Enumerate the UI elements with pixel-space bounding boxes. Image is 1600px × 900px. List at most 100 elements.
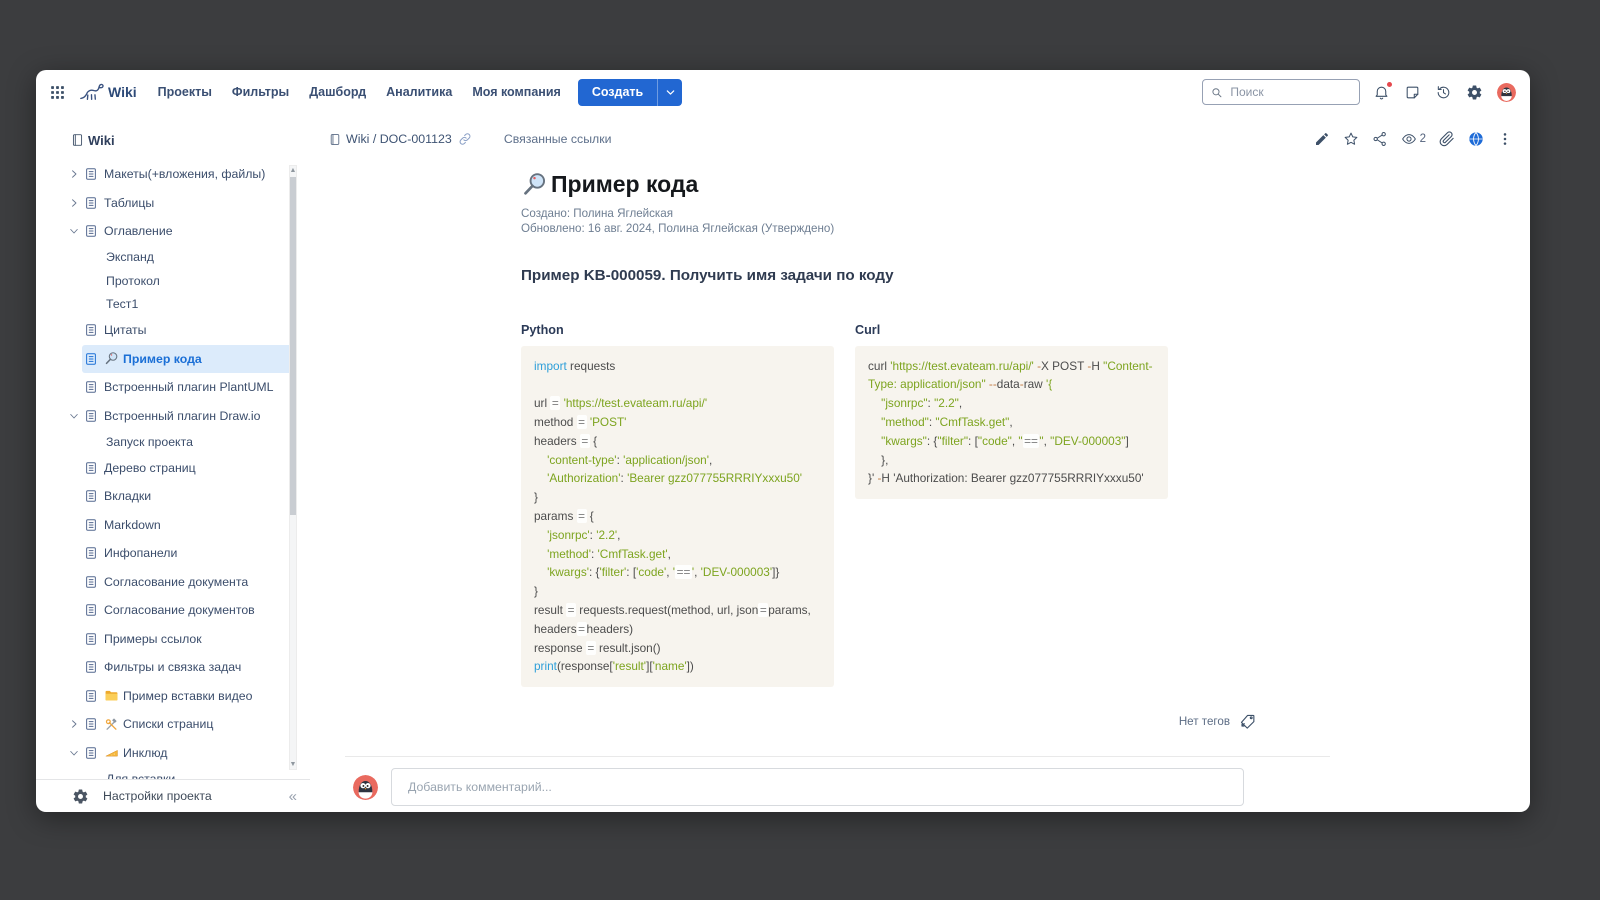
sidebar-item-label: Дерево страниц: [104, 461, 196, 475]
sidebar-item[interactable]: Таблицы: [36, 189, 292, 218]
sidebar-item[interactable]: Встроенный плагин PlantUML: [36, 373, 292, 402]
sidebar-item[interactable]: Вкладки: [36, 482, 292, 511]
sidebar-item[interactable]: Фильтры и связка задач: [36, 653, 292, 682]
chevron-right-icon[interactable]: [66, 197, 82, 209]
attachments-paperclip-icon[interactable]: [1439, 131, 1455, 147]
collapse-sidebar-icon[interactable]: «: [289, 788, 296, 805]
kebab-menu-icon[interactable]: [1497, 131, 1513, 147]
scrollbar-thumb[interactable]: [290, 177, 296, 515]
sidebar-item[interactable]: Согласование документов: [36, 596, 292, 625]
search-input[interactable]: [1228, 84, 1351, 100]
history-icon[interactable]: [1435, 84, 1452, 101]
created-line: Создано: Полина Яглейская: [521, 207, 1261, 222]
sidebar-item[interactable]: Для вставки: [36, 767, 292, 779]
settings-gear-icon[interactable]: [1466, 84, 1483, 101]
sidebar-item[interactable]: Протокол: [36, 269, 292, 293]
nav-item[interactable]: Дашборд: [306, 81, 369, 103]
nav-item[interactable]: Проекты: [155, 81, 215, 103]
document-icon: [84, 379, 98, 395]
document-icon: [84, 488, 98, 504]
sidebar-item[interactable]: Примеры ссылок: [36, 625, 292, 654]
sidebar-item-label: Фильтры и связка задач: [104, 660, 241, 674]
scroll-up-arrow-icon[interactable]: ▲: [290, 166, 296, 175]
sidebar-item[interactable]: Цитаты: [36, 316, 292, 345]
chevron-spacer: [66, 547, 82, 559]
copy-link-icon[interactable]: [458, 132, 472, 146]
wiki-book-icon: [70, 132, 85, 148]
tab-related-links[interactable]: Связанные ссылки: [504, 132, 612, 146]
code-block[interactable]: curl 'https://test.evateam.ru/api/' -X P…: [855, 346, 1168, 500]
chevron-spacer: [66, 275, 82, 287]
chevron-down-icon[interactable]: [66, 410, 82, 422]
sidebar-item[interactable]: Макеты(+вложения, файлы): [36, 160, 292, 189]
breadcrumb[interactable]: Wiki / DOC-001123: [328, 132, 472, 147]
sidebar-item[interactable]: Экспанд: [36, 246, 292, 270]
comment-divider: [345, 756, 1330, 757]
document-icon: [84, 195, 98, 211]
tools-icon: [104, 717, 119, 732]
sidebar-item[interactable]: Оглавление: [36, 217, 292, 246]
chevron-right-icon[interactable]: [66, 718, 82, 730]
sidebar-item-label: Согласование документов: [104, 603, 255, 617]
search-box[interactable]: [1202, 79, 1360, 105]
nav-item[interactable]: Фильтры: [229, 81, 292, 103]
create-button-label[interactable]: Создать: [578, 79, 657, 106]
magnifier-icon: [104, 351, 119, 366]
chevron-down-icon[interactable]: [66, 225, 82, 237]
sidebar-item[interactable]: Списки страниц: [36, 710, 292, 739]
nav-item[interactable]: Аналитика: [383, 81, 455, 103]
comment-input[interactable]: [391, 768, 1244, 806]
sidebar-item[interactable]: Запуск проекта: [36, 430, 292, 454]
breadcrumb-path[interactable]: Wiki / DOC-001123: [346, 132, 452, 146]
sidebar-item[interactable]: Согласование документа: [36, 568, 292, 597]
page-meta: Создано: Полина Яглейская Обновлено: 16 …: [521, 207, 1261, 237]
views-counter[interactable]: 2: [1401, 131, 1426, 147]
sidebar-item[interactable]: Инклюд: [36, 739, 292, 768]
sidebar-item[interactable]: Встроенный плагин Draw.io: [36, 402, 292, 431]
updated-line: Обновлено: 16 авг. 2024, Полина Яглейска…: [521, 222, 1261, 237]
topbar: Wiki Проекты Фильтры Дашборд Аналитика Моя к…: [36, 70, 1530, 114]
document-icon: [84, 545, 98, 561]
sidebar-scrollbar[interactable]: ▲ ▼: [289, 165, 297, 770]
project-settings-gear-icon[interactable]: [72, 788, 89, 805]
sidebar-item-label: Пример вставки видео: [123, 689, 252, 703]
share-icon[interactable]: [1372, 131, 1388, 147]
notes-icon[interactable]: [1404, 84, 1421, 101]
chevron-spacer: [66, 381, 82, 393]
sidebar-item[interactable]: Markdown: [36, 511, 292, 540]
notifications-bell-icon[interactable]: [1373, 84, 1390, 101]
code-block[interactable]: import requestsurl = 'https://test.evate…: [521, 346, 834, 688]
nav-item[interactable]: Моя компания: [469, 81, 564, 103]
main-toprow: Wiki / DOC-001123 Связанные ссылки 2: [328, 127, 1530, 151]
app-grid-icon[interactable]: [49, 84, 66, 101]
edit-pencil-icon[interactable]: [1314, 131, 1330, 147]
project-settings-label[interactable]: Настройки проекта: [103, 789, 212, 803]
sidebar-item[interactable]: Пример вставки видео: [36, 682, 292, 711]
add-tag-icon[interactable]: [1239, 712, 1257, 730]
user-avatar[interactable]: [1497, 83, 1516, 102]
create-dropdown-chevron-icon[interactable]: [657, 79, 682, 106]
sidebar-item[interactable]: Дерево страниц: [36, 454, 292, 483]
dino-logo-icon[interactable]: [76, 81, 104, 103]
app-window: Wiki Проекты Фильтры Дашборд Аналитика Моя к…: [36, 70, 1530, 812]
app-body: Wiki Макеты(+вложения, файлы)ТаблицыОгла…: [36, 114, 1530, 812]
sidebar-item[interactable]: Тест1: [36, 293, 292, 317]
public-globe-icon[interactable]: [1468, 131, 1484, 147]
sidebar-item[interactable]: Пример кода: [36, 345, 292, 374]
document-icon: [84, 166, 98, 182]
document-icon: [84, 351, 98, 367]
document-icon: [84, 408, 98, 424]
document-icon: [84, 631, 98, 647]
folder-icon: [104, 688, 119, 703]
sidebar-tree: Макеты(+вложения, файлы)ТаблицыОглавлени…: [36, 160, 310, 779]
sidebar-item[interactable]: Инфопанели: [36, 539, 292, 568]
chevron-down-icon[interactable]: [66, 747, 82, 759]
create-button[interactable]: Создать: [578, 79, 682, 106]
magnifier-emoji-icon: [521, 171, 548, 198]
chevron-spacer: [66, 690, 82, 702]
chevron-right-icon[interactable]: [66, 168, 82, 180]
favorite-star-icon[interactable]: [1343, 131, 1359, 147]
document-icon: [84, 745, 98, 761]
scroll-down-arrow-icon[interactable]: ▼: [290, 760, 296, 769]
brand-title[interactable]: Wiki: [108, 84, 137, 100]
